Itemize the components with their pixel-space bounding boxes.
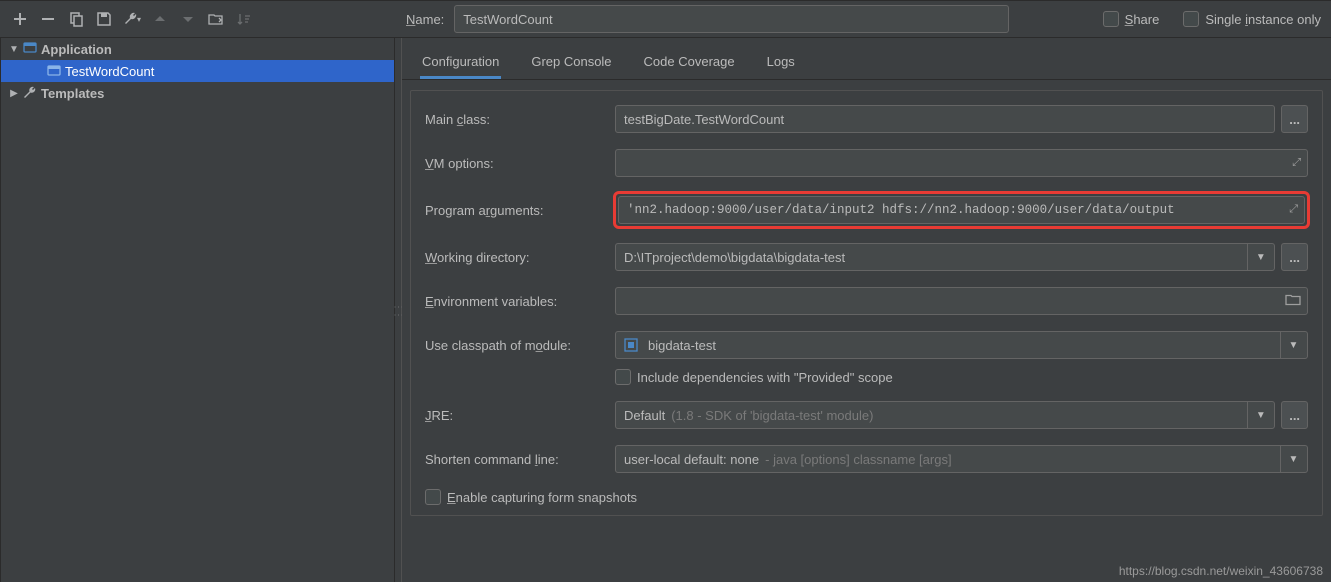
enable-snapshots-checkbox[interactable]: Enable capturing form snapshotsEnable ca… [425,489,637,505]
program-arguments-label: Program arguments:Program arguments: [425,203,615,218]
vm-options-field[interactable]: ⤢ [615,149,1308,177]
name-label: NName:ame: [406,12,444,27]
copy-button[interactable] [64,7,88,31]
add-button[interactable] [8,7,32,31]
browse-jre-button[interactable]: ... [1281,401,1308,429]
plus-icon [12,11,28,27]
checkbox-icon [425,489,441,505]
checkbox-icon [1103,11,1119,27]
browse-working-directory-button[interactable]: ... [1281,243,1308,271]
classpath-module-select[interactable]: bigdata-test ▼ [615,331,1308,359]
tree-node-testwordcount[interactable]: TestWordCount [1,60,394,82]
copy-icon [68,11,84,27]
remove-button[interactable] [36,7,60,31]
main-class-field[interactable]: testBigDate.TestWordCount [615,105,1275,133]
single-instance-checkbox[interactable]: Single instance onlySingle instance only [1183,11,1321,27]
arrow-up-icon [152,11,168,27]
share-checkbox[interactable]: ShareShare [1103,11,1160,27]
move-down-button [176,7,200,31]
jre-select[interactable]: Default (1.8 - SDK of 'bigdata-test' mod… [615,401,1275,429]
env-vars-label: Environment variables:Environment variab… [425,294,615,309]
folder-arrow-icon [208,11,224,27]
tree-label: Application [41,42,112,57]
run-config-icon [47,64,61,78]
jre-label: JRE:JRE: [425,408,615,423]
classpath-module-label: Use classpath of module:Use classpath of… [425,338,615,353]
dropdown-arrow-icon[interactable]: ▼ [1280,332,1306,358]
expand-icon: ▶ [9,88,19,99]
settings-button[interactable]: ▾ [120,7,144,31]
working-directory-label: Working directory:Working directory: [425,250,615,265]
dropdown-arrow-icon[interactable]: ▼ [1247,402,1273,428]
module-icon [624,338,638,352]
vm-options-label: VM options:VM options: [425,156,615,171]
program-arguments-field[interactable]: 'nn2.hadoop:9000/user/data/input2 hdfs:/… [618,196,1305,224]
splitter[interactable]: ⋮⋮ [395,38,402,582]
browse-env-icon[interactable] [1285,293,1301,310]
include-provided-label: Include dependencies with "Provided" sco… [637,370,893,385]
include-provided-checkbox[interactable]: Include dependencies with "Provided" sco… [615,369,893,385]
tree-label: Templates [41,86,104,101]
program-arguments-highlight: 'nn2.hadoop:9000/user/data/input2 hdfs:/… [613,191,1310,229]
env-vars-field[interactable] [615,287,1308,315]
browse-main-class-button[interactable]: ... [1281,105,1308,133]
shorten-command-select[interactable]: user-local default: none - java [options… [615,445,1308,473]
arrow-down-icon [180,11,196,27]
save-button[interactable] [92,7,116,31]
save-icon [96,11,112,27]
dropdown-arrow-icon[interactable]: ▼ [1280,446,1306,472]
collapse-icon: ▼ [9,44,19,55]
expand-field-icon[interactable]: ⤢ [1292,157,1301,170]
name-input[interactable] [454,5,1009,33]
sort-button [232,7,256,31]
dropdown-arrow-icon[interactable]: ▼ [1247,244,1273,270]
working-directory-field[interactable]: D:\ITproject\demo\bigdata\bigdata-test ▼ [615,243,1275,271]
main-panel: NName:ame: ShareShare Single instance on… [402,38,1331,582]
minus-icon [40,11,56,27]
config-tabs: Configuration Grep Console Code Coverage… [402,38,1331,80]
watermark: https://blog.csdn.net/weixin_43606738 [1119,564,1323,578]
tree-node-application[interactable]: ▼ Application [1,38,394,60]
sort-icon [236,11,252,27]
configuration-form: Main class:Main class: testBigDate.TestW… [410,90,1323,516]
tab-logs[interactable]: Logs [765,44,797,79]
tab-configuration[interactable]: Configuration [420,44,501,79]
expand-field-icon[interactable]: ⤢ [1289,204,1298,216]
shorten-command-label: Shorten command line:Shorten command lin… [425,452,615,467]
main-class-label: Main class:Main class: [425,112,615,127]
templates-icon [23,86,37,100]
tab-grep-console[interactable]: Grep Console [529,44,613,79]
move-up-button [148,7,172,31]
folder-up-button[interactable] [204,7,228,31]
tree-node-templates[interactable]: ▶ Templates [1,82,394,104]
run-config-tree: ▼ Application TestWordCount ▶ [0,38,395,582]
checkbox-icon [615,369,631,385]
checkbox-icon [1183,11,1199,27]
tab-code-coverage[interactable]: Code Coverage [642,44,737,79]
tree-label: TestWordCount [65,64,154,79]
application-type-icon [23,41,37,58]
